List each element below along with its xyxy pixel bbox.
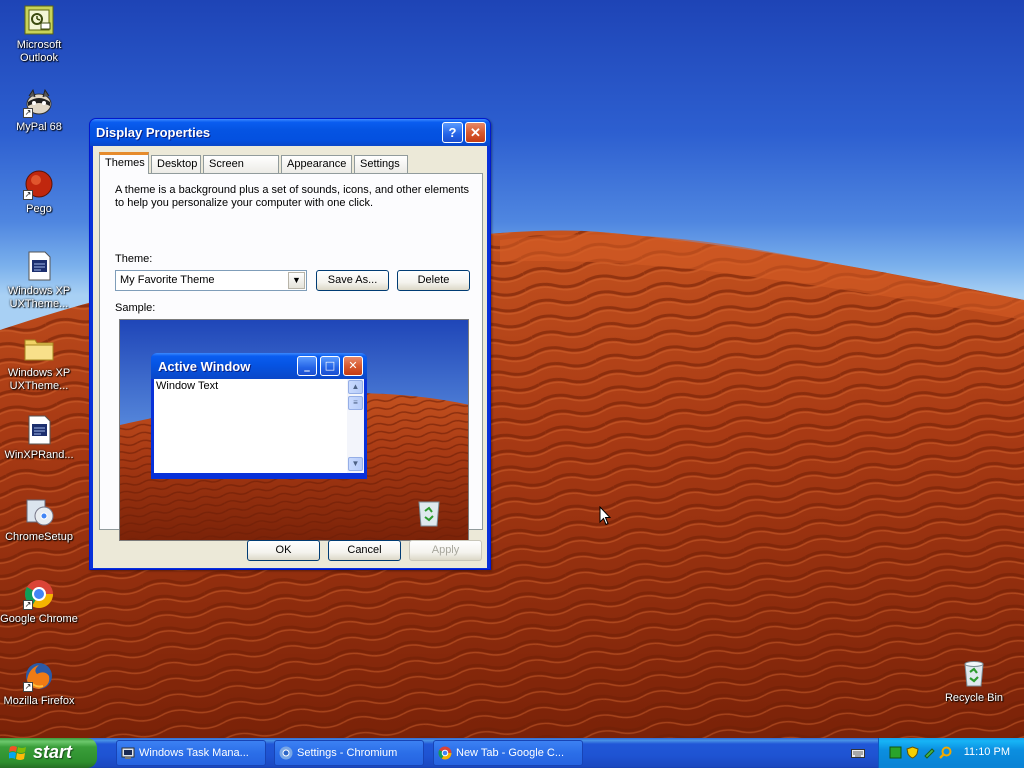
network-icon[interactable] bbox=[889, 746, 902, 759]
themes-description: A theme is a background plus a set of so… bbox=[115, 184, 470, 209]
system-tray: 11:10 PM bbox=[878, 738, 1024, 768]
desktop-icon-windows-xp-uxtheme[interactable]: Windows XP UXTheme... bbox=[0, 250, 78, 311]
chrome-icon: ↗ bbox=[23, 578, 55, 610]
maximize-icon: □ bbox=[320, 356, 340, 376]
scroll-thumb: ≡ bbox=[348, 396, 363, 410]
task-label: New Tab - Google C... bbox=[456, 747, 565, 759]
desktop-icon-label: Google Chrome bbox=[0, 613, 78, 625]
tab-screen-saver[interactable]: Screen Saver bbox=[203, 155, 279, 187]
desktop-icon-windows-xp-uxtheme[interactable]: Windows XP UXTheme... bbox=[0, 332, 78, 393]
desktop-icon-recycle-bin[interactable]: Recycle Bin bbox=[935, 657, 1013, 705]
close-icon: ✕ bbox=[343, 356, 363, 376]
desktop-icon-label: Pego bbox=[26, 203, 52, 215]
scroll-down-icon: ▼ bbox=[348, 457, 363, 471]
sample-window-content: Window Text ▲ ≡ ▼ bbox=[154, 379, 364, 473]
shortcut-arrow-icon: ↗ bbox=[23, 682, 33, 692]
desktop-icon-microsoft-outlook[interactable]: Microsoft Outlook bbox=[0, 4, 78, 65]
tab-appearance[interactable]: Appearance bbox=[281, 155, 352, 173]
desktop[interactable]: Microsoft Outlook ↗ MyPal 68 ↗ Pego Windows X… bbox=[0, 0, 1024, 738]
close-button[interactable]: ✕ bbox=[465, 122, 486, 143]
desktop-icon-label: ChromeSetup bbox=[5, 531, 73, 543]
desktop-icon-label: MyPal 68 bbox=[16, 121, 62, 133]
taskbar-button-chrome-new-tab[interactable]: New Tab - Google C... bbox=[433, 740, 583, 766]
desktop-icon-mozilla-firefox[interactable]: ↗ Mozilla Firefox bbox=[0, 660, 78, 708]
recycle-bin-icon bbox=[958, 657, 990, 689]
sample-window-title: Active Window bbox=[158, 359, 251, 374]
sample-scrollbar: ▲ ≡ ▼ bbox=[347, 379, 364, 473]
sample-active-window: Active Window _ □ ✕ Window Text ▲ ≡ ▼ bbox=[151, 353, 367, 479]
sample-window-text: Window Text bbox=[156, 380, 219, 392]
chrome-icon bbox=[438, 746, 452, 760]
mypal-icon: ↗ bbox=[23, 86, 55, 118]
ok-button[interactable]: OK bbox=[247, 540, 320, 561]
chevron-down-icon[interactable]: ▼ bbox=[288, 272, 305, 289]
installer-icon bbox=[23, 496, 55, 528]
desktop-icon-label: Recycle Bin bbox=[944, 692, 1004, 704]
desktop-icon-label: Microsoft Outlook bbox=[16, 39, 62, 64]
dialog-body: Themes Desktop Screen Saver Appearance S… bbox=[93, 146, 487, 568]
title-bar[interactable]: Display Properties ? ✕ bbox=[90, 119, 490, 146]
mouse-cursor-icon bbox=[599, 506, 611, 526]
tab-settings[interactable]: Settings bbox=[354, 155, 408, 173]
security-shield-icon[interactable] bbox=[906, 746, 919, 759]
sample-title-bar: Active Window _ □ ✕ bbox=[151, 353, 367, 379]
shortcut-arrow-icon: ↗ bbox=[23, 108, 33, 118]
desktop-icon-label: WinXPRand... bbox=[4, 449, 74, 461]
start-button[interactable]: start bbox=[0, 738, 97, 768]
windows-flag-icon bbox=[9, 746, 26, 760]
pego-icon: ↗ bbox=[23, 168, 55, 200]
firefox-icon: ↗ bbox=[23, 660, 55, 692]
display-properties-window[interactable]: Display Properties ? ✕ Themes Desktop Sc… bbox=[89, 118, 491, 570]
desktop-icon-label: Windows XP UXTheme... bbox=[7, 367, 71, 392]
outlook-icon bbox=[23, 4, 55, 36]
scroll-up-icon: ▲ bbox=[348, 380, 363, 394]
sample-label: Sample: bbox=[115, 302, 156, 314]
clock[interactable]: 11:10 PM bbox=[964, 746, 1010, 758]
desktop-icon-pego[interactable]: ↗ Pego bbox=[0, 168, 78, 216]
start-label: start bbox=[33, 742, 73, 762]
tab-desktop[interactable]: Desktop bbox=[151, 155, 201, 173]
theme-label: Theme: bbox=[115, 253, 153, 265]
shortcut-arrow-icon: ↗ bbox=[23, 600, 33, 610]
help-button[interactable]: ? bbox=[442, 122, 463, 143]
search-icon[interactable] bbox=[939, 746, 952, 759]
chromium-icon bbox=[279, 746, 293, 760]
theme-select-value: My Favorite Theme bbox=[120, 274, 215, 286]
task-label: Settings - Chromium bbox=[297, 747, 398, 759]
theme-select[interactable]: My Favorite Theme ▼ bbox=[115, 270, 307, 291]
document-icon bbox=[23, 250, 55, 282]
save-as-button[interactable]: Save As... bbox=[316, 270, 389, 291]
task-label: Windows Task Mana... bbox=[139, 747, 249, 759]
taskbar-button-chromium-settings[interactable]: Settings - Chromium bbox=[274, 740, 424, 766]
document-icon bbox=[23, 414, 55, 446]
minimize-icon: _ bbox=[297, 356, 317, 376]
taskbar-button-task-manager[interactable]: Windows Task Mana... bbox=[116, 740, 266, 766]
folder-icon bbox=[23, 332, 55, 364]
apply-button[interactable]: Apply bbox=[409, 540, 482, 561]
desktop-icon-label: Mozilla Firefox bbox=[3, 695, 75, 707]
desktop-icon-label: Windows XP UXTheme... bbox=[7, 285, 71, 310]
desktop-icon-winxprand[interactable]: WinXPRand... bbox=[0, 414, 78, 462]
sample-recycle-bin-icon bbox=[418, 501, 440, 527]
theme-sample-preview: Active Window _ □ ✕ Window Text ▲ ≡ ▼ bbox=[119, 319, 469, 541]
tab-themes[interactable]: Themes bbox=[99, 152, 149, 174]
desktop-icon-chromesetup[interactable]: ChromeSetup bbox=[0, 496, 78, 544]
safely-remove-hardware-icon[interactable] bbox=[923, 746, 936, 759]
delete-button[interactable]: Delete bbox=[397, 270, 470, 291]
desktop-icon-google-chrome[interactable]: ↗ Google Chrome bbox=[0, 578, 78, 626]
window-title: Display Properties bbox=[96, 125, 211, 140]
desktop-icon-mypal-68[interactable]: ↗ MyPal 68 bbox=[0, 86, 78, 134]
task-manager-icon bbox=[121, 747, 135, 759]
shortcut-arrow-icon: ↗ bbox=[23, 190, 33, 200]
cancel-button[interactable]: Cancel bbox=[328, 540, 401, 561]
taskbar: start Windows Task Mana... Settings - Ch… bbox=[0, 738, 1024, 768]
themes-panel: A theme is a background plus a set of so… bbox=[99, 173, 483, 541]
keyboard-icon[interactable] bbox=[851, 747, 865, 759]
